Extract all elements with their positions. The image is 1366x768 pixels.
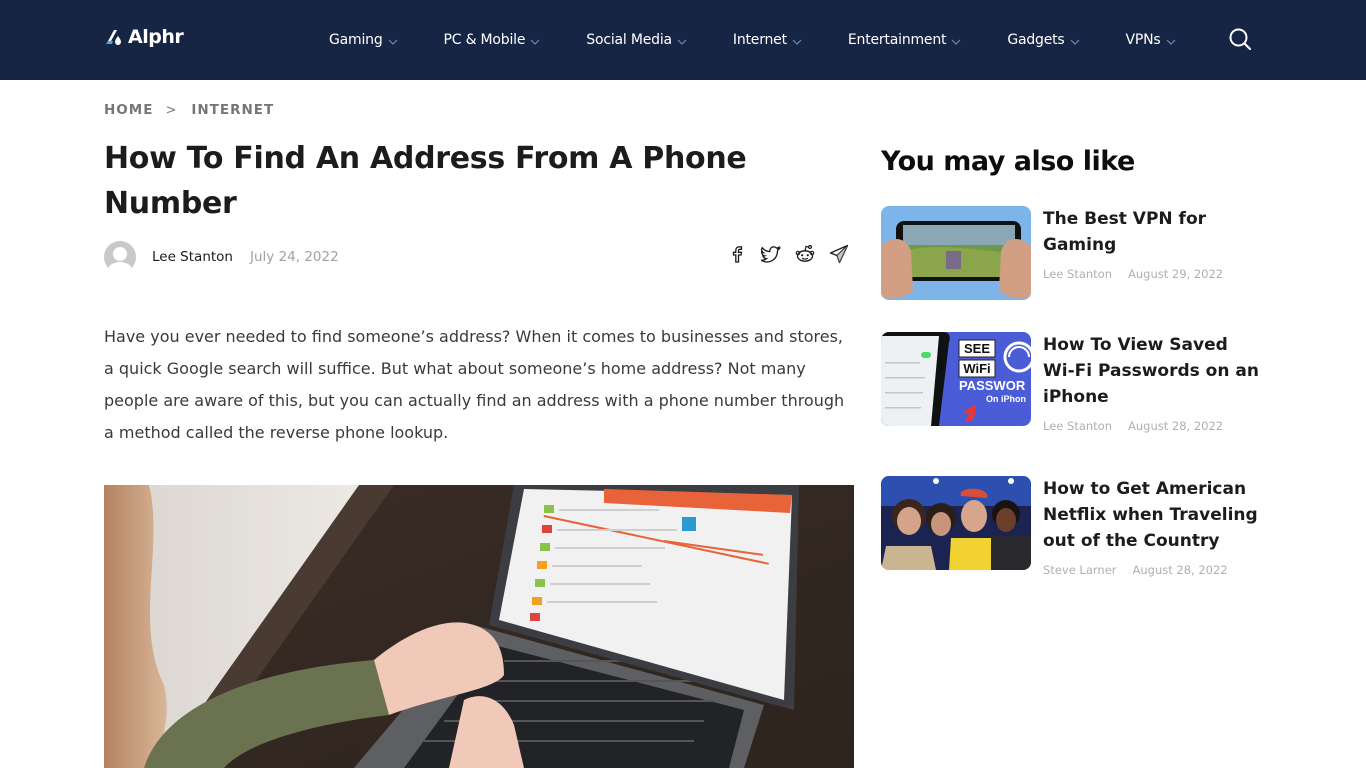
search-icon[interactable]: [1228, 27, 1252, 51]
logo-text: Alphr: [128, 26, 184, 48]
facebook-icon[interactable]: [727, 244, 747, 264]
breadcrumb: HOME > INTERNET: [104, 102, 274, 118]
author-name[interactable]: Lee Stanton: [152, 249, 233, 265]
related-article-author[interactable]: Steve Larner: [1043, 563, 1117, 577]
related-article-title[interactable]: How To View Saved Wi-Fi Passwords on an …: [1043, 332, 1263, 410]
nav-item-vpns[interactable]: VPNs: [1126, 32, 1176, 48]
chevron-down-icon: [530, 35, 540, 45]
nav-item-gadgets[interactable]: Gadgets: [1007, 32, 1079, 48]
breadcrumb-separator: >: [165, 102, 178, 118]
related-article-title[interactable]: The Best VPN for Gaming: [1043, 206, 1263, 258]
related-article-date: August 28, 2022: [1128, 419, 1224, 433]
nav-item-internet[interactable]: Internet: [733, 32, 802, 48]
alphr-logo-icon: [104, 27, 124, 47]
svg-text:SEE: SEE: [964, 341, 990, 356]
chevron-down-icon: [1166, 35, 1176, 45]
site-logo[interactable]: Alphr: [104, 26, 184, 48]
svg-text:WiFi: WiFi: [963, 361, 990, 376]
related-article-date: August 28, 2022: [1132, 563, 1228, 577]
site-header: Alphr Gaming PC & Mobile Social Media In…: [0, 0, 1366, 80]
telegram-icon[interactable]: [829, 244, 849, 264]
nav-label: Entertainment: [847, 32, 947, 48]
main-nav: Gaming PC & Mobile Social Media Internet…: [329, 0, 1201, 80]
article-byline: Lee Stanton July 24, 2022: [104, 241, 339, 273]
chevron-down-icon: [677, 35, 687, 45]
related-article-title[interactable]: How to Get American Netflix when Traveli…: [1043, 476, 1263, 554]
svg-text:PASSWOR: PASSWOR: [959, 378, 1026, 393]
nav-item-social-media[interactable]: Social Media: [586, 32, 687, 48]
hero-image: [104, 485, 854, 768]
publish-date: July 24, 2022: [250, 249, 339, 265]
sidebar-heading-text: You may also like: [881, 146, 1135, 177]
article-title: How To Find An Address From A Phone Numb…: [104, 141, 747, 221]
nav-item-entertainment[interactable]: Entertainment: [848, 32, 961, 48]
nav-label: Internet: [732, 32, 787, 48]
nav-label: Social Media: [586, 32, 672, 48]
breadcrumb-internet[interactable]: INTERNET: [191, 102, 274, 118]
nav-label: Gadgets: [1007, 32, 1065, 48]
reddit-icon[interactable]: [795, 244, 815, 264]
chevron-down-icon: [792, 35, 802, 45]
chevron-down-icon: [388, 35, 398, 45]
related-article-date: August 29, 2022: [1128, 267, 1224, 281]
nav-label: PC & Mobile: [443, 32, 526, 48]
nav-item-pc-mobile[interactable]: PC & Mobile: [444, 32, 541, 48]
chevron-down-icon: [1070, 35, 1080, 45]
author-avatar[interactable]: [104, 241, 136, 273]
related-article-card[interactable]: The Best VPN for Gaming Lee Stanton Augu…: [881, 206, 1263, 300]
share-buttons: [727, 244, 849, 264]
article-intro: Have you ever needed to find someone’s a…: [104, 327, 845, 442]
related-article-card[interactable]: SEE WiFi PASSWOR On iPhon How To View Sa…: [881, 332, 1263, 433]
related-article-author[interactable]: Lee Stanton: [1043, 267, 1112, 281]
chevron-down-icon: [951, 35, 961, 45]
nav-label: Gaming: [329, 32, 383, 48]
nav-item-gaming[interactable]: Gaming: [329, 32, 398, 48]
related-article-thumbnail[interactable]: SEE WiFi PASSWOR On iPhon: [881, 332, 1031, 426]
twitter-icon[interactable]: [760, 244, 782, 264]
related-article-author[interactable]: Lee Stanton: [1043, 419, 1112, 433]
nav-label: VPNs: [1125, 32, 1161, 48]
related-article-thumbnail[interactable]: [881, 206, 1031, 300]
sidebar-heading: You may also like: [881, 146, 1135, 177]
breadcrumb-home[interactable]: HOME: [104, 102, 153, 118]
related-article-thumbnail[interactable]: [881, 476, 1031, 570]
svg-text:On iPhon: On iPhon: [986, 394, 1026, 404]
related-article-card[interactable]: How to Get American Netflix when Traveli…: [881, 476, 1263, 577]
